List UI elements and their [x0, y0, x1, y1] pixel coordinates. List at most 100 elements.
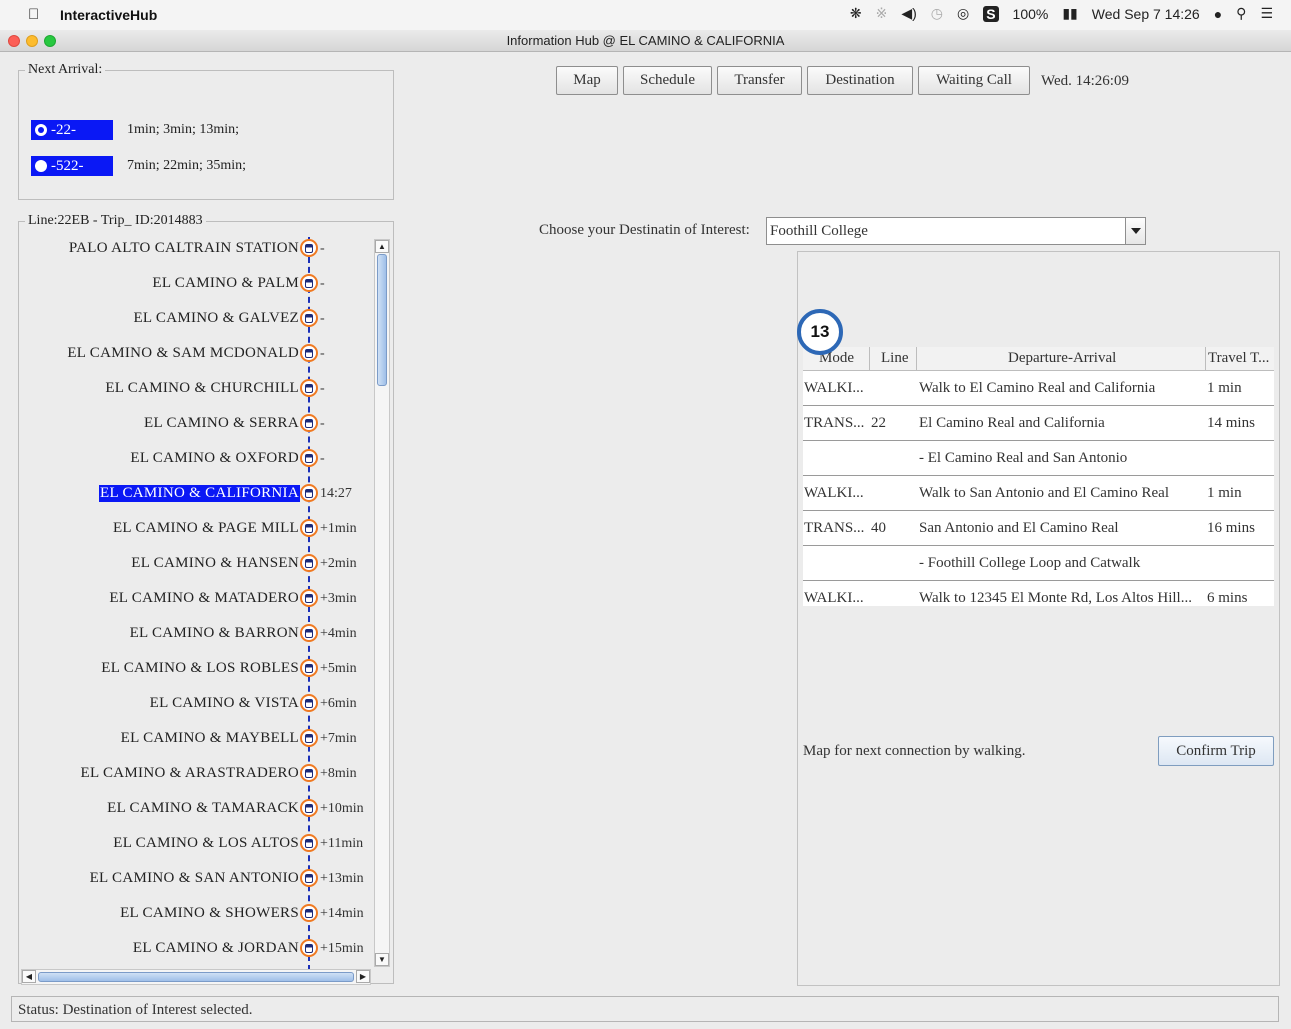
stop-name[interactable]: EL CAMINO & GALVEZ — [132, 310, 300, 327]
scroll-up-icon[interactable]: ▲ — [375, 240, 389, 253]
stop-row[interactable]: EL CAMINO & SAM MCDONALD - — [20, 342, 372, 366]
stop-row[interactable]: EL CAMINO & CHURCHILL - — [20, 377, 372, 401]
horizontal-scrollbar[interactable]: ◀ ▶ — [21, 969, 371, 985]
stop-row[interactable]: EL CAMINO & VISTA +6min — [20, 692, 372, 716]
s-app-icon[interactable]: S — [983, 5, 999, 22]
stop-row[interactable]: EL CAMINO & GALVEZ - — [20, 307, 372, 331]
stop-name[interactable]: EL CAMINO & JORDAN — [132, 940, 300, 957]
minimize-window-button[interactable] — [26, 35, 38, 47]
stop-name[interactable]: EL CAMINO & LOS ALTOS — [112, 835, 300, 852]
header-departure-arrival[interactable]: Departure-Arrival — [1008, 350, 1116, 367]
departure-arrival-cell: - Foothill College Loop and Catwalk — [919, 555, 1141, 571]
step-badge: 13 — [797, 309, 843, 355]
app-name[interactable]: InteractiveHub — [60, 7, 157, 23]
vertical-scrollbar[interactable]: ▲ ▼ — [374, 239, 390, 967]
transfer-button[interactable]: Transfer — [717, 66, 802, 95]
chevron-down-icon[interactable] — [1125, 218, 1145, 244]
scroll-down-icon[interactable]: ▼ — [375, 953, 389, 966]
stop-name[interactable]: EL CAMINO & MAYBELL — [120, 730, 300, 747]
bus-stop-icon — [300, 414, 318, 432]
stop-name[interactable]: EL CAMINO & VISTA — [149, 695, 300, 712]
trip-line-legend: Line:22EB - Trip_ ID:2014883 — [28, 213, 203, 228]
radio-icon[interactable] — [35, 160, 47, 172]
column-separator — [1205, 347, 1206, 371]
stop-name[interactable]: EL CAMINO & OXFORD — [129, 450, 300, 467]
close-window-button[interactable] — [8, 35, 20, 47]
header-travel-time[interactable]: Travel T... — [1208, 350, 1274, 367]
stop-row[interactable]: EL CAMINO & BARRON +4min — [20, 622, 372, 646]
menu-list-icon[interactable]: ☰ — [1260, 5, 1273, 22]
user-icon[interactable]: ● — [1214, 6, 1222, 22]
bluetooth-icon[interactable]: ※ — [876, 5, 888, 22]
waiting-call-button[interactable]: Waiting Call — [918, 66, 1030, 95]
route-chip-522[interactable]: -522- — [31, 156, 113, 176]
trip-table[interactable]: WALKI... Walk to El Camino Real and Calif… — [803, 371, 1274, 606]
stop-name[interactable]: EL CAMINO & MATADERO — [108, 590, 300, 607]
stop-row[interactable]: EL CAMINO & SAN ANTONIO +13min — [20, 867, 372, 891]
radio-selected-icon[interactable] — [35, 124, 47, 136]
table-row[interactable]: TRANS... 22 El Camino Real and California 1… — [803, 406, 1274, 441]
time-machine-icon[interactable]: ◷ — [931, 5, 943, 22]
stop-row[interactable]: EL CAMINO & LOS ALTOS +11min — [20, 832, 372, 856]
stop-row[interactable]: EL CAMINO & JORDAN +15min — [20, 937, 372, 961]
stop-row[interactable]: EL CAMINO & TAMARACK +10min — [20, 797, 372, 821]
stop-name[interactable]: EL CAMINO & HANSEN — [130, 555, 300, 572]
map-button[interactable]: Map — [556, 66, 618, 95]
stop-name[interactable]: EL CAMINO & LOS ROBLES — [100, 660, 300, 677]
scroll-left-icon[interactable]: ◀ — [22, 970, 36, 983]
stop-name[interactable]: EL CAMINO & PALM — [151, 275, 300, 292]
stop-name[interactable]: EL CAMINO & TAMARACK — [106, 800, 300, 817]
spotlight-icon[interactable]: ⚲ — [1236, 5, 1246, 22]
schedule-button[interactable]: Schedule — [623, 66, 712, 95]
trip-table-header: Mode Line Departure-Arrival Travel T... — [803, 347, 1274, 371]
table-row[interactable]: - Foothill College Loop and Catwalk — [803, 546, 1274, 581]
table-row[interactable]: WALKI... Walk to San Antonio and El Camin… — [803, 476, 1274, 511]
stop-row[interactable]: EL CAMINO & LOS ROBLES +5min — [20, 657, 372, 681]
destination-select[interactable]: Foothill College — [766, 217, 1146, 245]
stop-row[interactable]: EL CAMINO & PALM - — [20, 272, 372, 296]
stop-row[interactable]: PALO ALTO CALTRAIN STATION - — [20, 237, 372, 261]
stop-name[interactable]: EL CAMINO & SAN ANTONIO — [89, 870, 300, 887]
confirm-trip-button[interactable]: Confirm Trip — [1158, 736, 1274, 766]
stop-name[interactable]: PALO ALTO CALTRAIN STATION — [68, 240, 300, 257]
stop-row[interactable]: EL CAMINO & SHOWERS +14min — [20, 902, 372, 926]
stop-name[interactable]: EL CAMINO & PAGE MILL — [112, 520, 300, 537]
stop-name[interactable]: EL CAMINO & SHOWERS — [119, 905, 300, 922]
wifi-icon[interactable]: ◎ — [957, 5, 969, 22]
stop-row[interactable]: EL CAMINO & MATADERO +3min — [20, 587, 372, 611]
travel-time-cell: 1 min — [1207, 380, 1242, 396]
stop-name[interactable]: EL CAMINO & SERRA — [143, 415, 300, 432]
stop-row[interactable]: EL CAMINO & SERRA - — [20, 412, 372, 436]
arrival-row-522[interactable]: -522- 7min; 22min; 35min; — [31, 156, 246, 176]
clock-text[interactable]: Wed Sep 7 14:26 — [1092, 6, 1200, 22]
apple-icon[interactable]:  — [28, 6, 39, 23]
zoom-window-button[interactable] — [44, 35, 56, 47]
scroll-right-icon[interactable]: ▶ — [356, 970, 370, 983]
stop-name[interactable]: EL CAMINO & CALIFORNIA — [99, 485, 300, 502]
header-line[interactable]: Line — [881, 350, 909, 367]
route-chip-22[interactable]: -22- — [31, 120, 113, 140]
stop-row[interactable]: EL CAMINO & PAGE MILL +1min — [20, 517, 372, 541]
destination-button[interactable]: Destination — [807, 66, 913, 95]
table-row[interactable]: WALKI... Walk to 12345 El Monte Rd, Los A… — [803, 581, 1274, 606]
stop-name[interactable]: EL CAMINO & BARRON — [129, 625, 300, 642]
stop-name[interactable]: EL CAMINO & ARASTRADERO — [80, 765, 300, 782]
stop-row[interactable]: EL CAMINO & ARASTRADERO +8min — [20, 762, 372, 786]
stop-name[interactable]: EL CAMINO & CHURCHILL — [104, 380, 300, 397]
table-row[interactable]: - El Camino Real and San Antonio — [803, 441, 1274, 476]
dropbox-icon[interactable]: ❋ — [850, 5, 862, 22]
stop-row[interactable]: EL CAMINO & MAYBELL +7min — [20, 727, 372, 751]
scroll-thumb[interactable] — [377, 254, 387, 386]
battery-icon[interactable]: ▮▮ — [1062, 5, 1077, 22]
stop-list[interactable]: PALO ALTO CALTRAIN STATION - EL CAMINO & P… — [20, 237, 372, 971]
stop-row[interactable]: EL CAMINO & OXFORD - — [20, 447, 372, 471]
stop-name[interactable]: EL CAMINO & SAM MCDONALD — [66, 345, 300, 362]
table-row[interactable]: WALKI... Walk to El Camino Real and Calif… — [803, 371, 1274, 406]
volume-icon[interactable]: ◀) — [901, 5, 916, 22]
stop-row[interactable]: EL CAMINO & HANSEN +2min — [20, 552, 372, 576]
arrival-row-22[interactable]: -22- 1min; 3min; 13min; — [31, 120, 239, 140]
table-row[interactable]: TRANS... 40 San Antonio and El Camino Real… — [803, 511, 1274, 546]
stop-row[interactable]: EL CAMINO & CALIFORNIA 14:27 — [20, 482, 372, 506]
line-cell: 22 — [871, 415, 886, 431]
scroll-thumb[interactable] — [38, 972, 354, 982]
